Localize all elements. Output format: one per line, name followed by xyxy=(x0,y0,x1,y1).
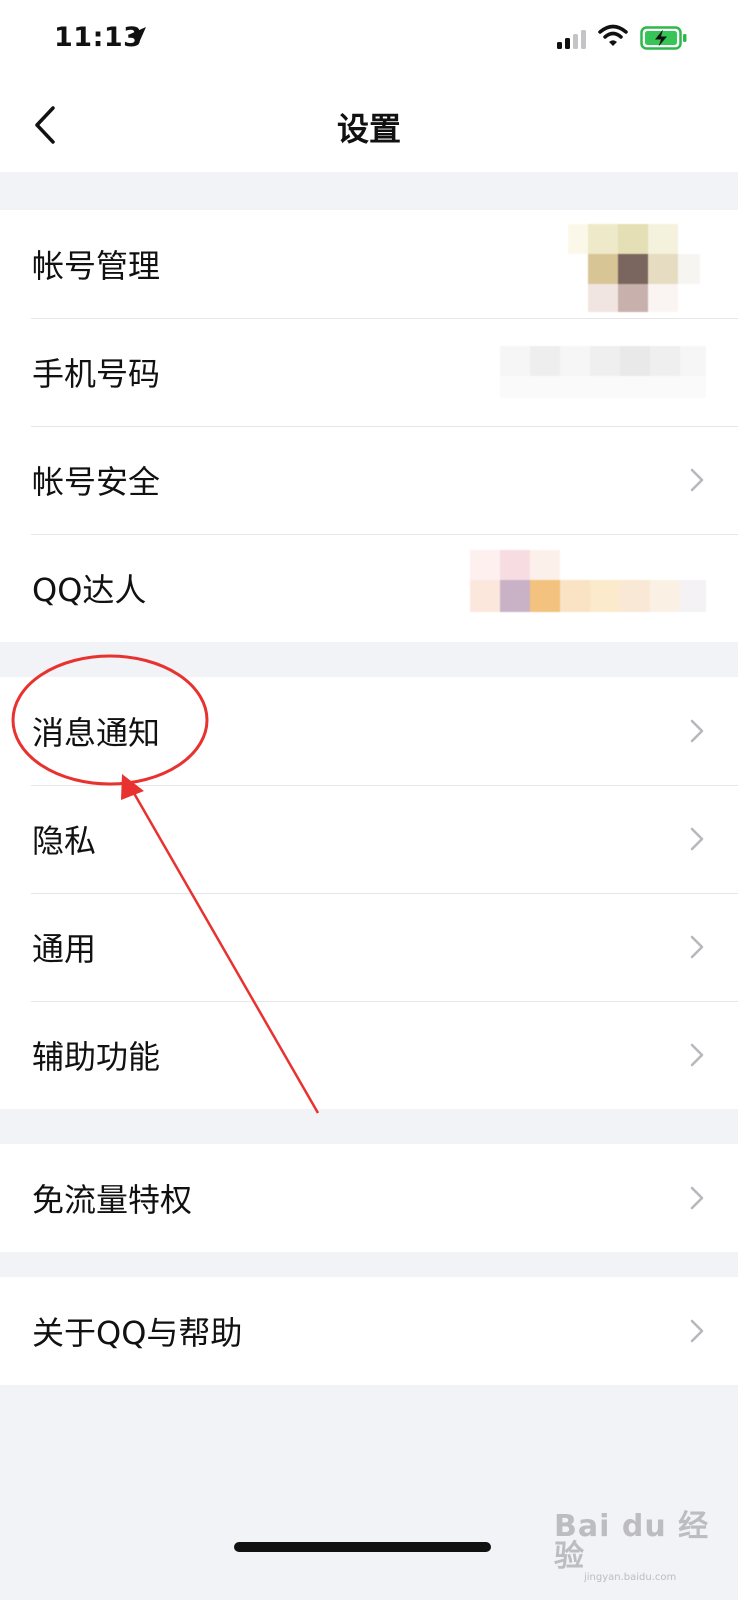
page-title: 设置 xyxy=(336,110,401,148)
row-label: 手机号码 xyxy=(32,355,161,393)
watermark: Bai du 经验 jingyan.baidu.com xyxy=(554,1509,738,1584)
settings-row-accessibility[interactable]: 辅助功能 xyxy=(0,1001,738,1109)
nav-bar: 设置 xyxy=(0,80,738,172)
settings-row-general[interactable]: 通用 xyxy=(0,893,738,1001)
row-label: QQ达人 xyxy=(32,571,147,609)
home-indicator[interactable] xyxy=(234,1542,491,1552)
watermark-main: Bai du 经验 xyxy=(554,1509,710,1574)
chevron-right-icon xyxy=(690,468,704,492)
settings-row-privacy[interactable]: 隐私 xyxy=(0,785,738,893)
watermark-sub: jingyan.baidu.com xyxy=(584,1572,677,1583)
settings-row-free-data[interactable]: 免流量特权 xyxy=(0,1144,738,1252)
row-label: 帐号安全 xyxy=(32,463,161,501)
settings-group-about: 关于QQ与帮助 xyxy=(0,1277,738,1385)
settings-row-notifications[interactable]: 消息通知 xyxy=(0,677,738,785)
settings-group-account: 帐号管理 手机号码 帐号安全 QQ达人 xyxy=(0,210,738,642)
row-label: 隐私 xyxy=(32,822,97,860)
chevron-right-icon xyxy=(690,1186,704,1210)
row-label: 辅助功能 xyxy=(32,1038,161,1076)
battery-charging-icon xyxy=(640,26,687,50)
settings-row-account-security[interactable]: 帐号安全 xyxy=(0,426,738,534)
blurred-phone-number xyxy=(500,346,706,398)
row-label: 帐号管理 xyxy=(32,247,161,285)
settings-row-account-management[interactable]: 帐号管理 xyxy=(0,210,738,318)
location-arrow-icon xyxy=(128,27,146,45)
status-bar: 11:13 xyxy=(0,0,738,80)
cellular-signal-icon xyxy=(557,30,586,49)
settings-group-general: 消息通知 隐私 通用 辅助功能 xyxy=(0,677,738,1109)
row-label: 通用 xyxy=(32,930,97,968)
settings-row-qq-expert[interactable]: QQ达人 xyxy=(0,534,738,642)
settings-group-data: 免流量特权 xyxy=(0,1144,738,1252)
wifi-icon xyxy=(598,24,628,46)
row-label: 免流量特权 xyxy=(32,1181,193,1219)
chevron-right-icon xyxy=(690,1043,704,1067)
chevron-right-icon xyxy=(690,1319,704,1343)
settings-row-phone-number[interactable]: 手机号码 xyxy=(0,318,738,426)
chevron-right-icon xyxy=(690,719,704,743)
row-label: 消息通知 xyxy=(32,714,161,752)
blurred-avatar xyxy=(568,224,700,312)
chevron-right-icon xyxy=(690,827,704,851)
blurred-badges xyxy=(470,550,706,612)
chevron-right-icon xyxy=(690,935,704,959)
row-label: 关于QQ与帮助 xyxy=(32,1314,243,1352)
settings-row-about-help[interactable]: 关于QQ与帮助 xyxy=(0,1277,738,1385)
